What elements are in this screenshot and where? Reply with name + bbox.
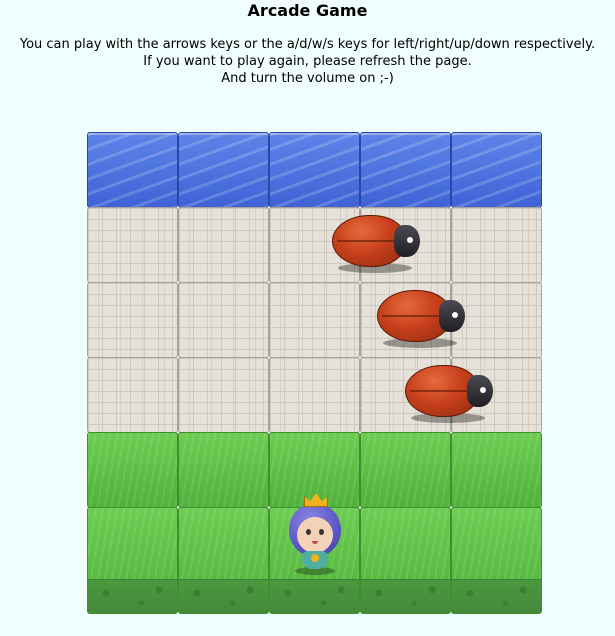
ground-edge [361, 579, 450, 613]
water-tile [451, 132, 542, 208]
player-crown [304, 493, 328, 507]
stone-tile [87, 282, 178, 358]
player-gem [311, 554, 319, 562]
grass-tile [360, 432, 451, 508]
grass-tile [360, 507, 451, 614]
instructions-line-2: If you want to play again, please refres… [143, 54, 472, 69]
stone-tile [178, 207, 269, 283]
grass-tile [87, 432, 178, 508]
enemy-bug [331, 211, 422, 273]
grass-tile [87, 507, 178, 614]
instructions-line-1: You can play with the arrows keys or the… [19, 37, 596, 52]
bug-head [439, 300, 466, 332]
ground-edge [179, 579, 268, 613]
stone-tile [178, 357, 269, 433]
grass-tile [451, 432, 542, 508]
ground-edge [270, 579, 359, 613]
player-eye-l [306, 529, 311, 535]
enemy-bug [377, 286, 467, 348]
stone-tile [269, 357, 360, 433]
water-tile [87, 132, 178, 208]
player-eye-r [319, 529, 324, 535]
stone-tile [451, 207, 542, 283]
player-face [297, 517, 333, 553]
water-tile [178, 132, 269, 208]
instructions-line-3: And turn the volume on ;-) [221, 71, 394, 86]
stone-tile [269, 282, 360, 358]
grass-tile [451, 507, 542, 614]
water-tile [360, 132, 451, 208]
grass-tile [178, 432, 269, 508]
enemy-bug [404, 361, 495, 423]
bug-head [466, 375, 493, 407]
water-tile [269, 132, 360, 208]
bug-head [393, 225, 420, 257]
stone-tile [178, 282, 269, 358]
ground-edge [88, 579, 177, 613]
stone-tile [87, 357, 178, 433]
instructions: You can play with the arrows keys or the… [0, 36, 615, 87]
ground-edge [452, 579, 541, 613]
player-character [280, 493, 350, 579]
game-board[interactable] [87, 132, 542, 614]
page-title: Arcade Game [247, 1, 368, 20]
stone-tile [87, 207, 178, 283]
grass-tile [178, 507, 269, 614]
